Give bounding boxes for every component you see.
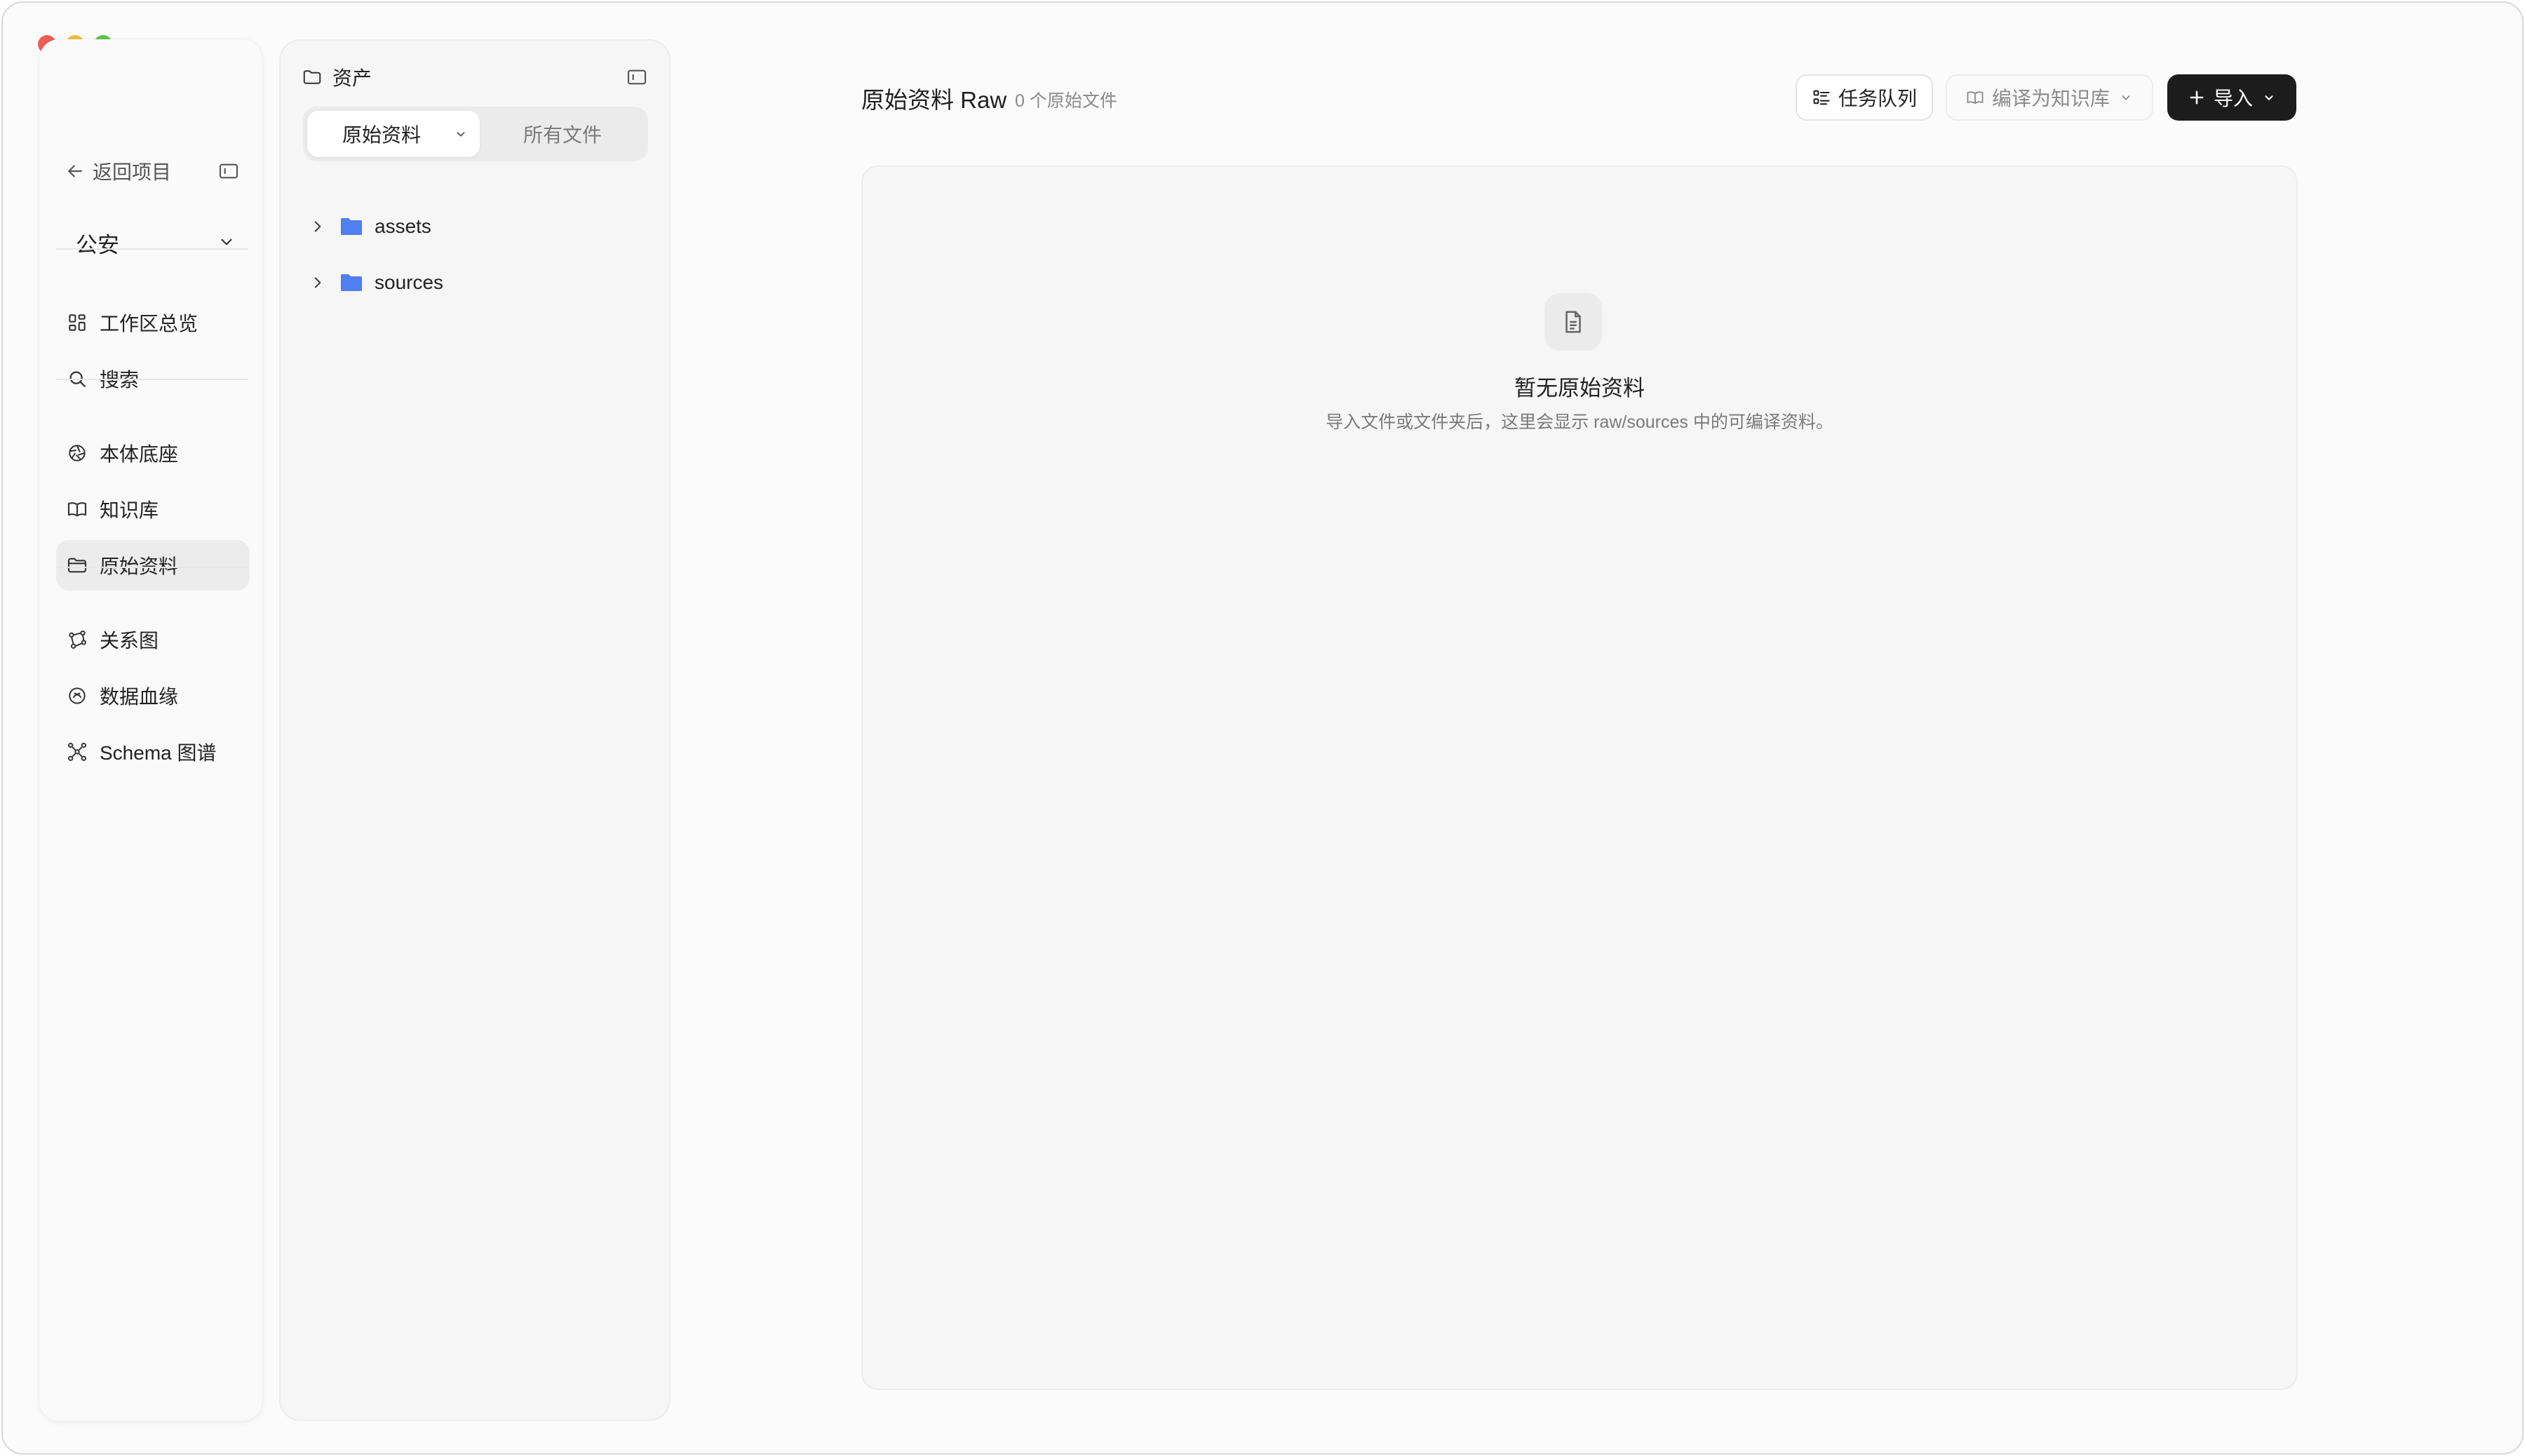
tab-label: 所有文件 xyxy=(523,124,602,146)
sidebar-divider xyxy=(56,567,248,568)
raw-materials-content: 暂无原始资料 导入文件或文件夹后，这里会显示 raw/sources 中的可编译… xyxy=(861,166,2298,1390)
chevron-down-icon xyxy=(457,132,465,137)
import-label: 导入 xyxy=(2213,88,2253,109)
tree-item-sources[interactable]: sources xyxy=(309,265,443,300)
tree-item-label: sources xyxy=(375,271,444,293)
plus-icon xyxy=(2190,90,2204,105)
chevron-right-icon[interactable] xyxy=(309,274,327,292)
sidebar-item-label: 工作区总览 xyxy=(100,313,198,335)
chevron-down-icon xyxy=(2122,95,2130,100)
schema-icon xyxy=(68,743,86,761)
folder-icon xyxy=(67,558,87,573)
tree-item-label: assets xyxy=(375,215,431,237)
asset-view-tabs: 原始资料 所有文件 xyxy=(303,107,648,161)
sidebar-item-label: 原始资料 xyxy=(100,555,179,577)
asset-panel: 资产 原始资料 所有文件 assets sources xyxy=(279,39,671,1421)
empty-state-description: 导入文件或文件夹后，这里会显示 raw/sources 中的可编译资料。 xyxy=(1326,412,1833,432)
asset-panel-title: 资产 xyxy=(332,67,372,89)
folder-icon xyxy=(341,274,362,291)
tab-raw-materials[interactable]: 原始资料 xyxy=(307,111,480,157)
sidebar-divider xyxy=(56,379,248,380)
arrow-left-icon xyxy=(68,165,82,177)
folder-icon xyxy=(303,70,321,84)
page-title: 原始资料 Raw xyxy=(861,87,1007,113)
dashboard-icon xyxy=(69,314,86,331)
sidebar-item-knowledge-base[interactable]: 知识库 xyxy=(56,484,250,534)
sidebar-item-label: Schema 图谱 xyxy=(100,742,217,764)
book-icon xyxy=(67,502,87,517)
folder-icon xyxy=(341,218,362,235)
tree-item-assets[interactable]: assets xyxy=(309,209,431,244)
chevron-right-icon[interactable] xyxy=(309,217,327,236)
chevron-down-icon xyxy=(2265,95,2273,100)
sidebar-toggle-icon[interactable] xyxy=(217,160,240,182)
sidebar-item-label: 本体底座 xyxy=(100,443,179,465)
graph-icon xyxy=(69,631,86,649)
task-queue-label: 任务队列 xyxy=(1838,88,1917,109)
sidebar-item-schema-graph[interactable]: Schema 图谱 xyxy=(56,727,250,777)
asset-header: 资产 xyxy=(302,63,372,91)
sidebar-divider xyxy=(56,248,248,250)
book-icon xyxy=(1967,91,1984,105)
panel-toggle-icon[interactable] xyxy=(626,66,648,88)
compile-label: 编译为知识库 xyxy=(1991,88,2110,109)
import-button[interactable]: 导入 xyxy=(2167,74,2296,121)
sidebar: 返回项目 公安 工作区总览 搜索 本体底座 知识库 原始资料 关系图 数据血缘 … xyxy=(39,39,262,1421)
back-to-projects-button[interactable]: 返回项目 xyxy=(65,156,240,187)
back-label: 返回项目 xyxy=(93,161,172,183)
project-name: 公安 xyxy=(76,232,119,257)
empty-state-icon-wrapper xyxy=(1544,293,1602,351)
empty-state-title: 暂无原始资料 xyxy=(1514,376,1645,400)
sidebar-item-workspace-overview[interactable]: 工作区总览 xyxy=(56,297,250,348)
sidebar-item-label: 关系图 xyxy=(100,630,159,652)
tab-label: 原始资料 xyxy=(342,124,421,146)
aperture-icon xyxy=(69,445,86,461)
task-queue-button[interactable]: 任务队列 xyxy=(1796,74,1933,121)
sidebar-item-label: 数据血缘 xyxy=(100,686,179,708)
compile-to-knowledge-base-button[interactable]: 编译为知识库 xyxy=(1946,74,2153,121)
document-icon xyxy=(1566,311,1581,333)
app-window: 返回项目 公安 工作区总览 搜索 本体底座 知识库 原始资料 关系图 数据血缘 … xyxy=(1,1,2524,1455)
file-count: 0 个原始文件 xyxy=(1015,91,1117,111)
project-selector[interactable]: 公安 xyxy=(76,226,267,259)
sidebar-item-raw-materials[interactable]: 原始资料 xyxy=(56,540,250,591)
tab-all-files[interactable]: 所有文件 xyxy=(480,111,645,157)
sidebar-item-relation-graph[interactable]: 关系图 xyxy=(56,614,250,665)
lineage-icon xyxy=(69,687,86,704)
sidebar-item-ontology[interactable]: 本体底座 xyxy=(56,428,250,478)
list-checks-icon xyxy=(1813,90,1830,105)
sidebar-item-data-lineage[interactable]: 数据血缘 xyxy=(56,670,250,721)
sidebar-item-label: 知识库 xyxy=(100,499,159,521)
